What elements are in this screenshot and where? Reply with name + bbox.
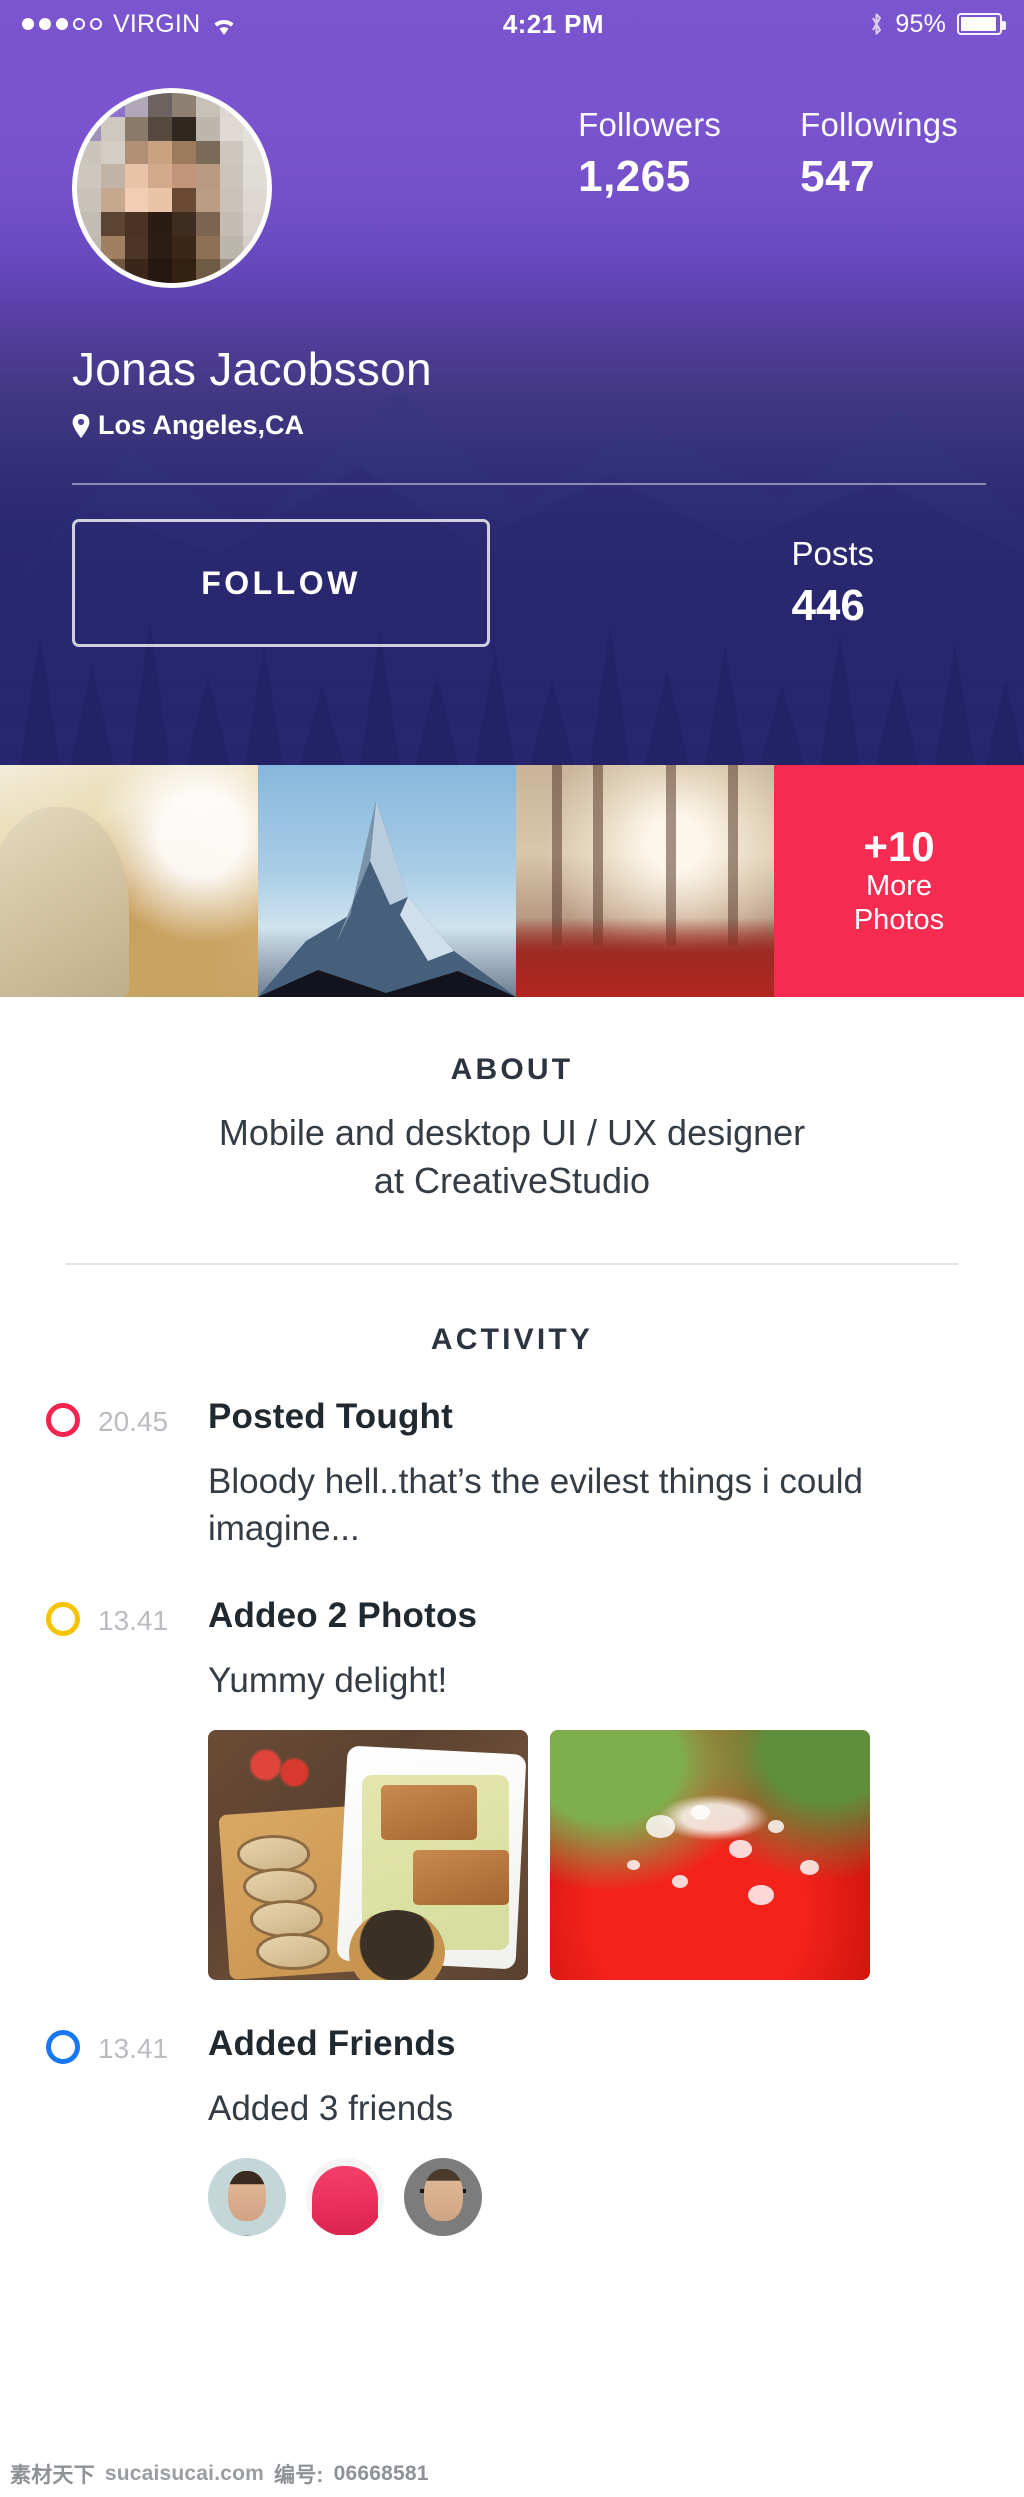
friend-avatar-bearded-man[interactable] [208,2158,286,2237]
battery-icon [957,13,1006,35]
activity-gutter: 20.45 [46,1397,194,1551]
photo-strip-item-2[interactable] [258,765,516,997]
activity-gutter: 13.41 [46,2024,194,2236]
wifi-icon [211,14,237,35]
activity-item-addeo-2-photos[interactable]: 13.41 Addeo 2 Photos Yummy delight! [0,1595,1024,1981]
page-body: ABOUT Mobile and desktop UI / UX designe… [0,997,1024,2237]
stat-followers-value: 1,265 [578,152,691,201]
profile-header: VIRGIN 4:21 PM 95% Followers 1,265 Follo… [0,0,1024,765]
posts-value: 446 [791,581,865,630]
about-line-1: Mobile and desktop UI / UX designer [218,1112,806,1153]
status-bar-left: VIRGIN [22,10,237,39]
activity-item-added-friends[interactable]: 13.41 Added Friends Added 3 friends [0,2024,1024,2237]
bluetooth-icon [869,12,884,36]
friend-avatar-glasses-man[interactable] [404,2158,482,2237]
activity-photo-row [208,1730,984,1981]
posts-label: Posts [791,535,874,572]
status-bar: VIRGIN 4:21 PM 95% [0,0,1024,48]
activity-text: Added 3 friends [208,2089,454,2129]
photo-wet-red-tomato [550,1730,870,1981]
activity-section: ACTIVITY [0,1265,1024,1357]
photo-red-forest-path [516,765,774,997]
profile-location-label: Los Angeles,CA [98,410,305,440]
avatar[interactable] [72,88,272,288]
avatar-wrapper[interactable] [72,88,272,288]
activity-body: Added Friends Added 3 friends [194,2024,984,2237]
activity-time: 13.41 [98,2033,169,2065]
activity-status-dot [46,1403,80,1438]
photo-salmon-bread-board [208,1730,528,1981]
stat-followings-label: Followings [800,106,958,143]
activity-text: Bloody hell..that’s the evilest things i… [208,1462,864,1548]
stat-followings[interactable]: Followings 547 [800,106,958,202]
signal-strength-icon [22,18,102,30]
activity-title: Added Friends [208,2024,456,2064]
friend-avatar-row [208,2158,984,2237]
activity-photo-salmon-bread[interactable] [208,1730,528,1981]
activity-list: 20.45 Posted Tought Bloody hell..that’s … [0,1357,1024,2237]
more-photos-count: +10 [863,822,935,870]
profile-top-row: Followers 1,265 Followings 547 [0,48,1024,288]
stat-followings-value: 547 [800,152,876,201]
activity-status-dot [46,1601,80,1636]
watermark-brand: 素材天下 [10,2464,95,2487]
stat-followers-label: Followers [578,106,722,143]
watermark-site: sucaisucai.com [104,2462,265,2485]
activity-body: Addeo 2 Photos Yummy delight! [194,1595,984,1981]
location-pin-icon [72,413,90,438]
more-photos-button[interactable]: +10 More Photos [774,765,1024,997]
profile-name: Jonas Jacobsson [72,343,432,395]
activity-status-dot [46,2030,80,2065]
photo-mountain-peak [258,765,516,997]
activity-title: Posted Tought [208,1397,453,1437]
status-bar-right: 95% [869,9,1006,39]
photo-strip: +10 More Photos [0,765,1024,997]
activity-body: Posted Tought Bloody hell..that’s the ev… [194,1397,984,1551]
activity-item-posted-tought[interactable]: 20.45 Posted Tought Bloody hell..that’s … [0,1397,1024,1551]
watermark: 素材天下 sucaisucai.com 编号: 06668581 [10,2459,429,2489]
battery-percent-label: 95% [895,9,946,38]
watermark-id-label: 编号: [274,2464,324,2487]
activity-title: Addeo 2 Photos [208,1595,478,1635]
photo-strip-item-3[interactable] [516,765,774,997]
profile-stats: Followers 1,265 Followings 547 [272,88,984,202]
activity-gutter: 13.41 [46,1596,194,1980]
friend-avatar-pink-hoodie[interactable] [306,2158,384,2237]
stat-followers[interactable]: Followers 1,265 [578,106,728,202]
photo-strip-item-1[interactable] [0,765,258,997]
photo-hooded-person [0,765,258,997]
activity-photo-wet-tomato[interactable] [550,1730,870,1981]
activity-heading: ACTIVITY [430,1323,594,1357]
activity-text: Yummy delight! [208,1660,448,1700]
about-line-2: at CreativeStudio [373,1160,651,1202]
more-photos-line2: Photos [853,903,945,936]
status-bar-time: 4:21 PM [502,8,604,39]
more-photos-line1: More [865,869,933,902]
about-text: Mobile and desktop UI / UX designer at C… [0,1087,1024,1205]
follow-row: FOLLOW Posts 446 [0,485,1024,647]
carrier-label: VIRGIN [113,9,201,38]
activity-time: 20.45 [98,1406,169,1438]
watermark-id-value: 06668581 [333,2462,429,2485]
activity-time: 13.41 [98,1604,169,1636]
profile-location: Los Angeles,CA [0,396,1024,441]
follow-button[interactable]: FOLLOW [72,519,490,647]
about-section: ABOUT Mobile and desktop UI / UX designe… [0,997,1024,1205]
posts-stat[interactable]: Posts 446 [791,535,984,631]
avatar-pixelated-face [77,93,267,283]
about-heading: ABOUT [450,1053,574,1086]
